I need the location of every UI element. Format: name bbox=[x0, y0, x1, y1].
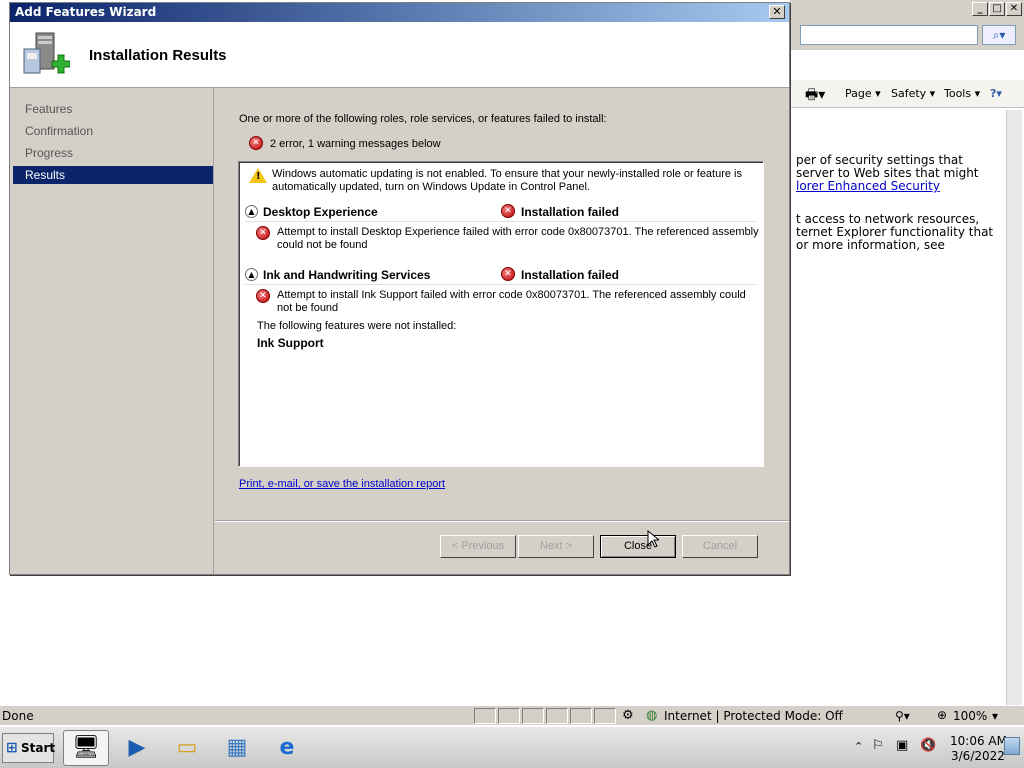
start-button[interactable]: ⊞ Start bbox=[2, 733, 56, 763]
results-box: ! Windows automatic updating is not enab… bbox=[238, 161, 764, 467]
intro-text: One or more of the following roles, role… bbox=[239, 113, 607, 125]
section-status: Installation failed bbox=[521, 205, 620, 219]
error-icon: ✕ bbox=[501, 267, 515, 281]
show-hidden-icons-icon[interactable]: ⌃ bbox=[854, 740, 863, 753]
warning-icon: ! bbox=[249, 168, 267, 183]
network-icon[interactable]: ▣ bbox=[896, 738, 908, 753]
next-button[interactable]: Next > bbox=[518, 535, 594, 558]
section-name: Ink and Handwriting Services bbox=[263, 268, 431, 282]
not-installed-item: Ink Support bbox=[257, 336, 324, 350]
ie-titlebar: _ □ ✕ bbox=[790, 0, 1024, 20]
protected-mode-icon: ⚙ bbox=[622, 708, 634, 723]
clock-date[interactable]: 3/6/2022 bbox=[951, 749, 1005, 763]
ie-scrollbar[interactable] bbox=[1006, 110, 1022, 705]
system-tray: ⌃ ⚐ ▣ 🔇 10:06 AM 3/6/2022 bbox=[850, 731, 1022, 765]
nav-item-features[interactable]: Features bbox=[13, 100, 213, 118]
error-icon: ✕ bbox=[501, 204, 515, 218]
dialog-title: Add Features Wizard bbox=[15, 5, 157, 19]
windows-logo-icon: ⊞ bbox=[6, 740, 18, 756]
error-message: could not be found bbox=[277, 239, 368, 251]
explorer-folder-icon[interactable]: ▭ bbox=[164, 730, 210, 766]
cancel-button[interactable]: Cancel bbox=[682, 535, 758, 558]
status-bar: Done ⚙ ◍ Internet | Protected Mode: Off … bbox=[0, 705, 1024, 725]
show-desktop-button[interactable] bbox=[1004, 737, 1020, 755]
search-icon[interactable]: ⌕▾ bbox=[982, 25, 1016, 45]
divider bbox=[245, 284, 757, 285]
collapse-icon[interactable]: ▲ bbox=[245, 268, 258, 281]
wizard-nav: Features Confirmation Progress Results bbox=[10, 88, 214, 574]
content-line: or more information, see bbox=[796, 238, 945, 252]
close-icon[interactable]: ✕ bbox=[769, 5, 785, 19]
powershell-taskbar-icon[interactable]: ▶ bbox=[114, 730, 160, 766]
taskbar: ⊞ Start 🖥 ▶ ▭ ▦ e ⌃ ⚐ ▣ 🔇 10:06 AM 3/6/2… bbox=[0, 726, 1024, 768]
status-pane bbox=[474, 708, 496, 724]
security-icon[interactable]: ⚲▾ bbox=[895, 709, 910, 723]
status-pane bbox=[546, 708, 568, 724]
error-icon: ✕ bbox=[249, 136, 263, 150]
status-pane bbox=[522, 708, 544, 724]
clock-time[interactable]: 10:06 AM bbox=[950, 734, 1007, 748]
zoom-level[interactable]: 100% bbox=[953, 709, 987, 723]
start-label: Start bbox=[21, 741, 56, 755]
add-features-wizard: Add Features Wizard ✕ Installation Resul… bbox=[9, 2, 790, 575]
dialog-titlebar: Add Features Wizard ✕ bbox=[10, 3, 789, 22]
status-pane bbox=[498, 708, 520, 724]
nav-item-confirmation[interactable]: Confirmation bbox=[13, 122, 213, 140]
status-pane bbox=[570, 708, 592, 724]
error-icon: ✕ bbox=[256, 289, 270, 303]
print-icon[interactable]: 🖶▾ bbox=[805, 84, 825, 108]
collapse-icon[interactable]: ▲ bbox=[245, 205, 258, 218]
divider bbox=[245, 221, 757, 222]
content-link[interactable]: lorer Enhanced Security bbox=[796, 180, 1006, 193]
error-message: not be found bbox=[277, 302, 339, 314]
nav-item-progress[interactable]: Progress bbox=[13, 144, 213, 162]
error-message: Attempt to install Desktop Experience fa… bbox=[277, 226, 759, 238]
ie-page-content: per of security settings that server to … bbox=[790, 110, 1006, 705]
internet-explorer-icon[interactable]: e bbox=[264, 730, 310, 766]
previous-button[interactable]: < Previous bbox=[440, 535, 516, 558]
chevron-down-icon[interactable]: ▾ bbox=[992, 709, 998, 723]
zone-text: Internet | Protected Mode: Off bbox=[664, 709, 843, 723]
button-divider bbox=[215, 520, 789, 521]
maximize-button[interactable]: □ bbox=[989, 2, 1005, 16]
help-icon[interactable]: ?▾ bbox=[990, 87, 1002, 100]
mouse-cursor-icon bbox=[647, 530, 659, 548]
minimize-button[interactable]: _ bbox=[972, 2, 988, 16]
globe-icon: ◍ bbox=[646, 708, 658, 723]
flag-icon[interactable]: ⚐ bbox=[872, 738, 884, 753]
server-manager-taskbar-icon[interactable]: 🖥 bbox=[63, 730, 109, 766]
ie-command-bar: 🖶▾ Page ▾ Safety ▾ Tools ▾ ?▾ bbox=[790, 80, 1024, 108]
add-feature-icon bbox=[23, 32, 70, 74]
address-input[interactable] bbox=[800, 25, 978, 45]
control-panel-icon[interactable]: ▦ bbox=[214, 730, 260, 766]
status-text: Done bbox=[2, 709, 34, 723]
page-menu[interactable]: Page ▾ bbox=[845, 87, 881, 100]
dialog-header: Installation Results bbox=[10, 22, 789, 88]
not-installed-label: The following features were not installe… bbox=[257, 320, 457, 332]
section-status: Installation failed bbox=[521, 268, 620, 282]
error-message: Attempt to install Ink Support failed wi… bbox=[277, 289, 746, 301]
warning-line: Windows automatic updating is not enable… bbox=[272, 168, 743, 180]
ie-close-button[interactable]: ✕ bbox=[1006, 2, 1022, 16]
safety-menu[interactable]: Safety ▾ bbox=[891, 87, 935, 100]
zoom-icon[interactable]: ⊕ bbox=[937, 708, 947, 722]
summary-text: 2 error, 1 warning messages below bbox=[270, 138, 441, 150]
report-link[interactable]: Print, e-mail, or save the installation … bbox=[239, 478, 445, 490]
tools-menu[interactable]: Tools ▾ bbox=[944, 87, 980, 100]
warning-line: automatically updated, turn on Windows U… bbox=[272, 181, 590, 193]
page-title: Installation Results bbox=[89, 47, 227, 64]
status-pane bbox=[594, 708, 616, 724]
wizard-main: One or more of the following roles, role… bbox=[215, 88, 789, 574]
volume-muted-icon[interactable]: 🔇 bbox=[920, 738, 936, 753]
error-icon: ✕ bbox=[256, 226, 270, 240]
section-name: Desktop Experience bbox=[263, 205, 378, 219]
close-button[interactable]: Close bbox=[600, 535, 676, 558]
nav-item-results[interactable]: Results bbox=[13, 166, 213, 184]
